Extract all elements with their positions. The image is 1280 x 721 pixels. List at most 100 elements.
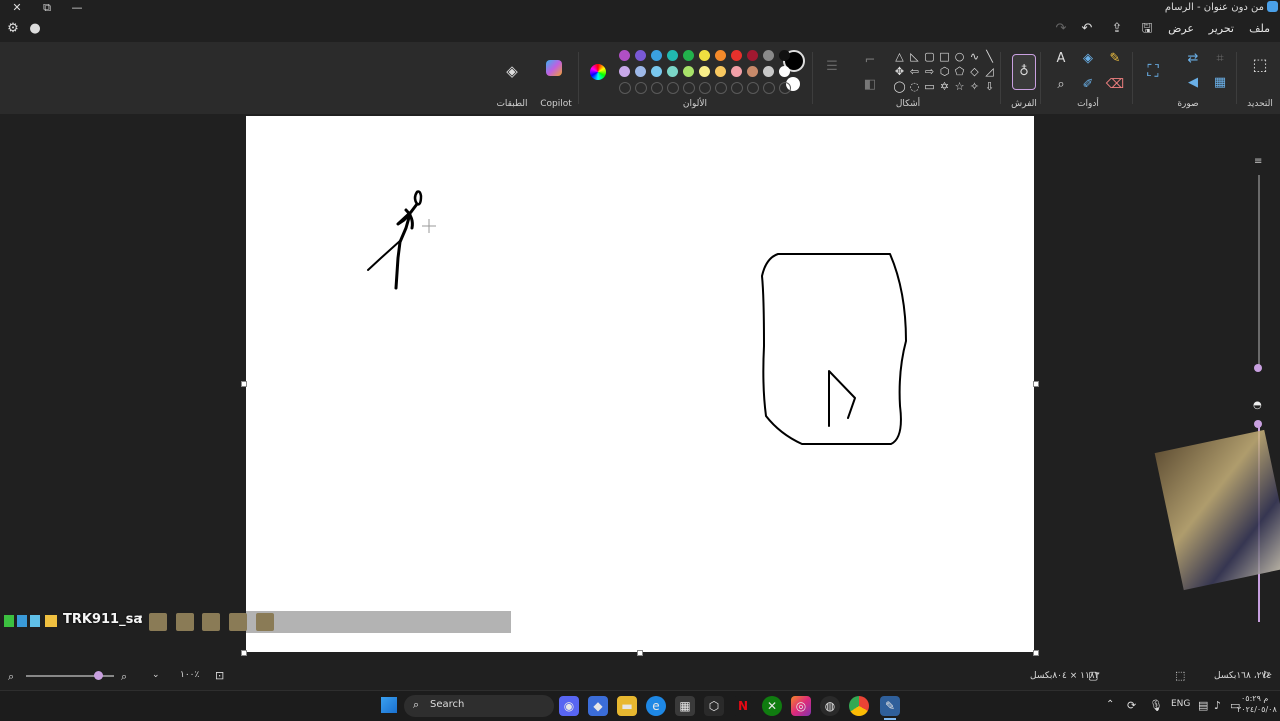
save-icon[interactable]: 🖫 (1136, 20, 1158, 38)
restore-window-button[interactable]: ⧉ (32, 0, 62, 16)
color-swatch[interactable] (747, 50, 758, 61)
round-callout-shape-icon[interactable]: ◯ (893, 80, 906, 93)
zoom-in-icon[interactable]: ⌕ (121, 670, 127, 684)
paint-taskbar-icon[interactable]: ✎ (880, 696, 900, 716)
color-swatch[interactable] (779, 66, 790, 77)
curve-shape-icon[interactable]: ∿ (968, 50, 981, 63)
custom-color-slot[interactable] (651, 82, 663, 94)
custom-color-slot[interactable] (683, 82, 695, 94)
resize-icon[interactable]: ⇄ (1183, 50, 1203, 68)
file-explorer-icon[interactable]: ▬ (617, 696, 637, 716)
color-swatch[interactable] (667, 66, 678, 77)
unity-icon[interactable]: ⬡ (704, 696, 724, 716)
color-swatch[interactable] (651, 66, 662, 77)
color-swatch[interactable] (683, 50, 694, 61)
drawing-canvas[interactable] (246, 116, 1034, 652)
fit-to-window-icon[interactable]: ⊡ (215, 669, 224, 682)
share-icon[interactable]: ⇪ (1106, 20, 1128, 38)
copilot-icon[interactable] (546, 60, 562, 76)
diamond-shape-icon[interactable]: ◇ (968, 65, 981, 78)
color-swatch[interactable] (763, 50, 774, 61)
size-slider-thumb[interactable] (1254, 364, 1262, 372)
color-swatch[interactable] (699, 66, 710, 77)
color-swatch[interactable] (635, 66, 646, 77)
zoom-out-icon[interactable]: ⌕ (8, 670, 14, 684)
instagram-icon[interactable]: ◎ (791, 696, 811, 716)
custom-color-slot[interactable] (715, 82, 727, 94)
custom-color-slot[interactable] (779, 82, 791, 94)
canvas-resize-handle-bottom[interactable] (637, 650, 643, 656)
clock-date[interactable]: ٢٠٢٤/٠٥/٠٨ (1237, 705, 1277, 714)
color-swatch[interactable] (779, 50, 790, 61)
custom-color-slot[interactable] (763, 82, 775, 94)
color-swatch[interactable] (763, 66, 774, 77)
text-tool-icon[interactable]: A (1051, 50, 1071, 68)
color-swatch[interactable] (619, 66, 630, 77)
brush-button[interactable]: ♁ (1012, 54, 1036, 90)
close-window-button[interactable]: ✕ (2, 0, 32, 16)
shape-fill-icon[interactable]: ◧ (860, 76, 880, 94)
edge-browser-icon[interactable]: e (646, 696, 666, 716)
color-swatch[interactable] (715, 50, 726, 61)
rotate-icon[interactable]: ◀ (1183, 74, 1203, 92)
tray-chevron-icon[interactable]: ⌃ (1106, 699, 1114, 710)
copilot-taskbar-icon[interactable]: ◆ (588, 696, 608, 716)
four-arrow-shape-icon[interactable]: ✥ (893, 65, 906, 78)
down-arrow-shape-icon[interactable]: ⇩ (983, 80, 996, 93)
chrome-icon[interactable] (849, 696, 869, 716)
eraser-icon[interactable]: ⌫ (1105, 76, 1125, 94)
triangle-shape-icon[interactable]: △ (893, 50, 906, 63)
color-picker-icon[interactable]: ✐ (1078, 76, 1098, 94)
obs-icon[interactable]: ◍ (820, 696, 840, 716)
color-swatch[interactable] (715, 66, 726, 77)
star-shape-icon[interactable]: ☆ (953, 80, 966, 93)
shape-outline-icon[interactable]: ⌐ (860, 52, 880, 70)
store-icon[interactable]: ▦ (675, 696, 695, 716)
size-slider-track[interactable] (1258, 175, 1260, 370)
left-arrow-shape-icon[interactable]: ⇦ (908, 65, 921, 78)
right-triangle-shape-icon[interactable]: ◺ (908, 50, 921, 63)
color-swatch[interactable] (731, 50, 742, 61)
canvas-resize-handle-corner[interactable] (1033, 650, 1039, 656)
zoom-slider-thumb[interactable] (94, 671, 103, 680)
redo-icon[interactable]: ↷ (1050, 20, 1072, 38)
right-arrow-shape-icon[interactable]: ⇨ (923, 65, 936, 78)
hexagon-shape-icon[interactable]: ⬡ (938, 65, 951, 78)
canvas-resize-handle-bottom-left[interactable] (241, 650, 247, 656)
pentagon-shape-icon[interactable]: ⬠ (953, 65, 966, 78)
custom-color-slot[interactable] (747, 82, 759, 94)
color-swatch[interactable] (619, 50, 630, 61)
zoom-level[interactable]: ١٠٠٪ (180, 670, 199, 680)
microphone-icon[interactable]: 🎙 (1149, 699, 1163, 712)
edit-colors-icon[interactable] (590, 64, 606, 80)
rect-callout-shape-icon[interactable]: ▭ (923, 80, 936, 93)
line-shape-icon[interactable]: ╲ (983, 50, 996, 63)
menu-file[interactable]: ملف (1249, 22, 1270, 35)
settings-gear-icon[interactable]: ⚙ (2, 20, 24, 38)
minimize-window-button[interactable]: — (62, 0, 92, 16)
start-windows-icon[interactable] (381, 697, 397, 713)
rounded-rect-shape-icon[interactable]: ▢ (923, 50, 936, 63)
six-point-star-shape-icon[interactable]: ✡ (938, 80, 951, 93)
custom-color-slot[interactable] (699, 82, 711, 94)
custom-color-slot[interactable] (619, 82, 631, 94)
polygon-shape-icon[interactable]: ◿ (983, 65, 996, 78)
account-icon[interactable]: ● (24, 20, 46, 38)
canvas-resize-handle-right[interactable] (1033, 381, 1039, 387)
color-swatch[interactable] (651, 50, 662, 61)
fill-bucket-icon[interactable]: ◈ (1078, 50, 1098, 68)
crop-icon[interactable]: ⌗ (1210, 50, 1230, 68)
remove-background-icon[interactable]: ▦ (1210, 74, 1230, 92)
menu-edit[interactable]: تحرير (1209, 22, 1234, 35)
netflix-icon[interactable]: N (733, 696, 753, 716)
taskbar-search[interactable]: ⌕ Search (404, 695, 554, 717)
stroke-size-icon[interactable]: ☰ (822, 58, 842, 76)
network-icon[interactable]: ▤ (1198, 699, 1208, 712)
custom-color-slot[interactable] (635, 82, 647, 94)
canvas-resize-handle-left[interactable] (241, 381, 247, 387)
color-swatch[interactable] (699, 50, 710, 61)
four-point-star-shape-icon[interactable]: ✧ (968, 80, 981, 93)
layers-icon[interactable]: ◈ (502, 62, 522, 80)
color-swatch[interactable] (731, 66, 742, 77)
magnifier-icon[interactable]: ⌕ (1051, 76, 1071, 94)
